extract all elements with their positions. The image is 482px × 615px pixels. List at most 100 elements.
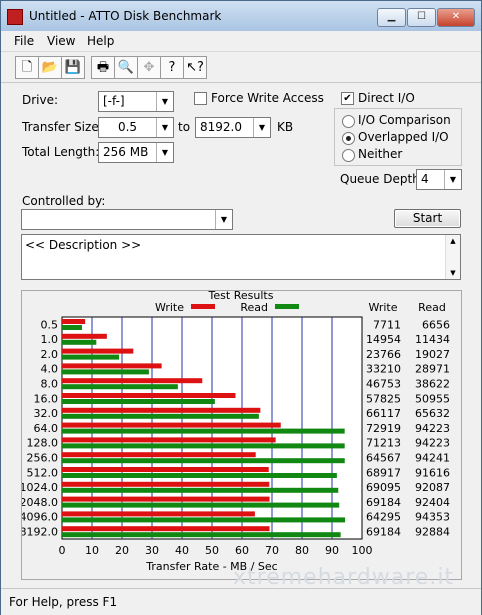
menu-view[interactable]: View	[47, 34, 75, 48]
write-value-label: 71213	[366, 437, 401, 450]
total-length-label: Total Length:	[22, 145, 100, 159]
io-mode-group: I/O Comparison Overlapped I/O Neither	[334, 108, 462, 166]
results-chart: Test Results Write Read Write Read 0 10 20…	[22, 291, 450, 573]
description-box[interactable]: << Description >> ▲ ▼	[21, 234, 461, 280]
help-icon[interactable]: ?	[160, 56, 184, 79]
radio-io-comparison[interactable]	[342, 115, 355, 128]
title-bar: Untitled - ATTO Disk Benchmark ▁ ☐ ✕	[1, 1, 481, 31]
write-bar	[62, 467, 269, 472]
x-tick-label: 40	[175, 544, 189, 557]
read-bar	[62, 428, 345, 434]
write-bar	[62, 378, 203, 384]
write-bar	[62, 407, 261, 413]
category-label: 1024.0	[22, 481, 58, 494]
write-value-label: 33210	[366, 363, 401, 376]
category-label: 16.0	[34, 392, 59, 405]
write-bar	[62, 422, 281, 428]
test-results-panel: Test Results Write Read Write Read 0 10 20…	[21, 290, 462, 580]
save-icon[interactable]: 💾	[61, 56, 85, 79]
read-value-label: 91616	[415, 466, 450, 479]
read-bar	[62, 325, 82, 330]
menu-bar: File View Help	[1, 31, 481, 51]
write-value-label: 64567	[366, 451, 401, 464]
scroll-up-icon[interactable]: ▲	[446, 237, 460, 245]
category-label: 8192.0	[22, 525, 58, 538]
x-tick-label: 60	[235, 544, 249, 557]
x-tick-label: 90	[325, 544, 339, 557]
write-bar	[62, 319, 86, 324]
read-value-label: 94241	[415, 451, 450, 464]
print-icon[interactable]: 🖶	[91, 56, 115, 79]
direct-io-label: Direct I/O	[358, 91, 415, 105]
transfer-to-select[interactable]: 8192.0 ▼	[195, 117, 271, 138]
force-write-checkbox[interactable]	[194, 92, 207, 105]
direct-io-checkbox[interactable]: ✔	[341, 92, 354, 105]
write-value-label: 46753	[366, 377, 401, 390]
menu-help[interactable]: Help	[87, 34, 114, 48]
read-bar	[62, 369, 149, 375]
category-label: 128.0	[27, 437, 59, 450]
category-label: 512.0	[27, 466, 59, 479]
write-bar	[62, 437, 276, 443]
read-bar	[62, 487, 339, 493]
toolbar: 🗋 📂 💾 🖶 🔍 ✥ ? ↖?	[1, 51, 481, 83]
read-column-header: Read	[418, 301, 446, 314]
maximize-button[interactable]: ☐	[407, 8, 436, 27]
total-length-select[interactable]: 256 MB ▼	[98, 142, 174, 163]
transfer-unit-label: KB	[277, 120, 294, 134]
legend-read-swatch	[275, 304, 299, 309]
chevron-down-icon: ▼	[156, 92, 173, 111]
radio-overlapped-io[interactable]	[342, 132, 355, 145]
read-value-label: 50955	[415, 392, 450, 405]
radio-neither[interactable]	[342, 149, 355, 162]
chevron-down-icon: ▼	[156, 143, 173, 162]
description-text: << Description >>	[25, 238, 142, 252]
close-button[interactable]: ✕	[437, 8, 475, 27]
read-bar	[62, 399, 215, 404]
write-bar	[62, 452, 256, 458]
description-scrollbar[interactable]: ▲ ▼	[445, 235, 460, 279]
write-value-label: 69095	[366, 481, 401, 494]
read-bar	[62, 458, 345, 464]
drive-select[interactable]: [-f-] ▼	[98, 91, 174, 112]
read-value-label: 11434	[415, 333, 450, 346]
read-value-label: 19027	[415, 348, 450, 361]
read-bar	[62, 354, 120, 360]
category-label: 256.0	[27, 451, 59, 464]
app-icon[interactable]	[7, 9, 23, 25]
status-text: For Help, press F1	[9, 595, 118, 609]
read-bar	[62, 502, 340, 508]
open-icon[interactable]: 📂	[38, 56, 62, 79]
category-label: 1.0	[41, 333, 59, 346]
write-bar	[62, 481, 270, 487]
x-tick-label: 20	[115, 544, 129, 557]
read-value-label: 38622	[415, 377, 450, 390]
scroll-down-icon[interactable]: ▼	[446, 269, 460, 277]
read-bar	[62, 413, 259, 419]
print-preview-icon[interactable]: 🔍	[114, 56, 138, 79]
chevron-down-icon: ▼	[215, 210, 232, 229]
move-icon[interactable]: ✥	[137, 56, 161, 79]
x-tick-label: 10	[85, 544, 99, 557]
new-icon[interactable]: 🗋	[15, 56, 39, 79]
legend-read-label: Read	[240, 301, 268, 314]
x-tick-label: 70	[265, 544, 279, 557]
x-tick-label: 30	[145, 544, 159, 557]
controlled-by-label: Controlled by:	[22, 194, 106, 208]
menu-file[interactable]: File	[14, 34, 34, 48]
read-bar	[62, 443, 345, 449]
watermark-text: xtremehardware.it	[233, 565, 455, 590]
minimize-button[interactable]: ▁	[377, 8, 406, 27]
legend-write-label: Write	[155, 301, 184, 314]
write-value-label: 72919	[366, 422, 401, 435]
force-write-label: Force Write Access	[211, 91, 324, 105]
read-value-label: 94353	[415, 511, 450, 524]
transfer-from-select[interactable]: 0.5 ▼	[98, 117, 174, 138]
write-bar	[62, 511, 255, 517]
queue-depth-select[interactable]: 4 ▼	[416, 169, 462, 190]
start-button[interactable]: Start	[394, 209, 461, 228]
context-help-icon[interactable]: ↖?	[183, 56, 207, 79]
write-value-label: 57825	[366, 392, 401, 405]
neither-label: Neither	[358, 147, 403, 161]
controlled-by-select[interactable]: ▼	[21, 209, 233, 230]
